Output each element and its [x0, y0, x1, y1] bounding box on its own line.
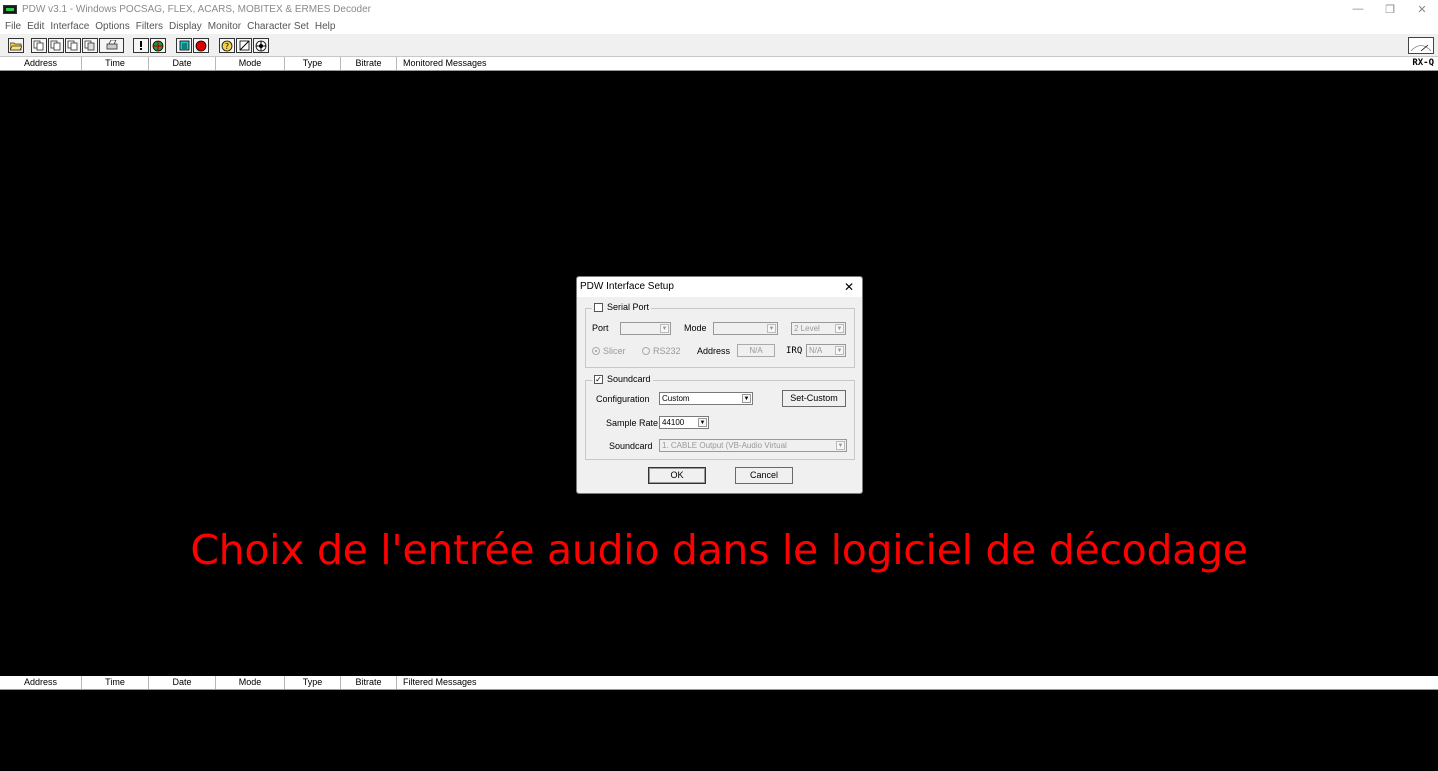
- rs232-radio[interactable]: RS232: [642, 346, 681, 356]
- irq-label: IRQ: [786, 346, 803, 356]
- filtered-column-filtered-messages[interactable]: Filtered Messages: [397, 676, 697, 689]
- globe-icon[interactable]: [150, 38, 166, 53]
- column-mode[interactable]: Mode: [216, 57, 285, 70]
- configuration-select[interactable]: Custom ▼: [659, 392, 753, 405]
- chevron-down-icon[interactable]: ▼: [835, 324, 844, 333]
- soundcard-checkbox[interactable]: ✓: [594, 374, 603, 384]
- menu-bar: File Edit Interface Options Filters Disp…: [0, 18, 1438, 34]
- address-field[interactable]: N/A: [737, 344, 775, 357]
- rs232-label: RS232: [653, 346, 681, 356]
- column-bitrate[interactable]: Bitrate: [341, 57, 397, 70]
- chevron-down-icon[interactable]: ▼: [835, 346, 844, 355]
- monitored-messages-header: Address Time Date Mode Type Bitrate Moni…: [0, 57, 1438, 71]
- rs232-radio-dot: [642, 347, 650, 355]
- set-custom-button[interactable]: Set-Custom: [782, 390, 846, 407]
- signal-meter-icon: [1408, 37, 1434, 54]
- serial-port-group: Serial Port Port ▼ Mode ▼ 2 Level ▼ Slic…: [585, 302, 855, 368]
- slicer-radio[interactable]: Slicer: [592, 346, 626, 356]
- copy-icon-4[interactable]: [82, 38, 98, 53]
- soundcard-group: ✓ Soundcard Configuration Custom ▼ Set-C…: [585, 374, 855, 460]
- menu-interface[interactable]: Interface: [47, 21, 92, 32]
- dialog-close-button[interactable]: ✕: [844, 280, 854, 294]
- configuration-value: Custom: [662, 394, 690, 403]
- exclamation-icon[interactable]: [133, 38, 149, 53]
- menu-options[interactable]: Options: [92, 21, 132, 32]
- soundcard-label: Soundcard: [607, 374, 651, 384]
- restore-button[interactable]: ❐: [1374, 0, 1406, 18]
- close-window-button[interactable]: ✕: [1406, 0, 1438, 18]
- svg-text:?: ?: [225, 42, 229, 51]
- mute-icon[interactable]: [236, 38, 252, 53]
- record-icon[interactable]: [193, 38, 209, 53]
- open-folder-icon[interactable]: [8, 38, 24, 53]
- sample-rate-select[interactable]: 44100 ▼: [659, 416, 709, 429]
- filtered-column-mode[interactable]: Mode: [216, 676, 285, 689]
- serial-port-checkbox[interactable]: [594, 302, 603, 312]
- filtered-column-bitrate[interactable]: Bitrate: [341, 676, 397, 689]
- menu-display[interactable]: Display: [166, 21, 205, 32]
- mode-label: Mode: [684, 323, 707, 333]
- soundcard-device-value: 1. CABLE Output (VB-Audio Virtual: [662, 441, 787, 450]
- print-icon[interactable]: [99, 38, 124, 53]
- copy-icon[interactable]: [31, 38, 47, 53]
- serial-port-legend: Serial Port: [592, 302, 652, 312]
- app-icon: [3, 4, 17, 14]
- filtered-column-address[interactable]: Address: [0, 676, 82, 689]
- level-value: 2 Level: [794, 324, 820, 333]
- column-type[interactable]: Type: [285, 57, 341, 70]
- soundcard-legend: ✓ Soundcard: [592, 374, 653, 384]
- title-bar: PDW v3.1 - Windows POCSAG, FLEX, ACARS, …: [0, 0, 1438, 18]
- chevron-down-icon[interactable]: ▼: [836, 441, 845, 450]
- menu-monitor[interactable]: Monitor: [205, 21, 244, 32]
- filtered-column-time[interactable]: Time: [82, 676, 149, 689]
- column-monitored-messages[interactable]: Monitored Messages: [397, 57, 697, 70]
- irq-select[interactable]: N/A ▼: [806, 344, 846, 357]
- soundcard-device-label: Soundcard: [609, 441, 653, 451]
- target-icon[interactable]: [253, 38, 269, 53]
- column-date[interactable]: Date: [149, 57, 216, 70]
- sample-rate-value: 44100: [662, 418, 685, 427]
- column-address[interactable]: Address: [0, 57, 82, 70]
- slicer-label: Slicer: [603, 346, 626, 356]
- level-select[interactable]: 2 Level ▼: [791, 322, 846, 335]
- list-icon[interactable]: [176, 38, 192, 53]
- window-title: PDW v3.1 - Windows POCSAG, FLEX, ACARS, …: [22, 3, 371, 15]
- menu-filters[interactable]: Filters: [133, 21, 166, 32]
- dialog-title-bar: PDW Interface Setup ✕: [577, 277, 862, 297]
- copy-icon-3[interactable]: [65, 38, 81, 53]
- port-select[interactable]: ▼: [620, 322, 671, 335]
- irq-value: N/A: [809, 346, 823, 355]
- filtered-column-type[interactable]: Type: [285, 676, 341, 689]
- menu-help[interactable]: Help: [312, 21, 339, 32]
- mode-select[interactable]: ▼: [713, 322, 778, 335]
- sample-rate-label: Sample Rate: [606, 418, 659, 428]
- help-icon[interactable]: ?: [219, 38, 235, 53]
- serial-port-label: Serial Port: [607, 302, 650, 312]
- slicer-radio-dot: [592, 347, 600, 355]
- rx-quality-label: RX-Q: [1412, 58, 1434, 68]
- soundcard-device-select[interactable]: 1. CABLE Output (VB-Audio Virtual ▼: [659, 439, 847, 452]
- window-controls: — ❐ ✕: [1342, 0, 1438, 18]
- dialog-title: PDW Interface Setup: [580, 281, 674, 292]
- menu-file[interactable]: File: [2, 21, 24, 32]
- chevron-down-icon[interactable]: ▼: [698, 418, 707, 427]
- toolbar: ?: [0, 34, 1438, 57]
- copy-icon-2[interactable]: [48, 38, 64, 53]
- annotation-caption: Choix de l'entrée audio dans le logiciel…: [190, 526, 1248, 574]
- address-label: Address: [697, 346, 731, 356]
- configuration-label: Configuration: [596, 394, 650, 404]
- chevron-down-icon[interactable]: ▼: [660, 324, 669, 333]
- minimize-button[interactable]: —: [1342, 0, 1374, 18]
- menu-character-set[interactable]: Character Set: [244, 21, 312, 32]
- port-label: Port: [592, 323, 609, 333]
- filtered-messages-header: Address Time Date Mode Type Bitrate Filt…: [0, 676, 1438, 690]
- column-time[interactable]: Time: [82, 57, 149, 70]
- chevron-down-icon[interactable]: ▼: [767, 324, 776, 333]
- chevron-down-icon[interactable]: ▼: [742, 394, 751, 403]
- cancel-button[interactable]: Cancel: [735, 467, 793, 484]
- filtered-column-date[interactable]: Date: [149, 676, 216, 689]
- menu-edit[interactable]: Edit: [24, 21, 47, 32]
- interface-setup-dialog: PDW Interface Setup ✕ Serial Port Port ▼…: [576, 276, 863, 494]
- ok-button[interactable]: OK: [648, 467, 706, 484]
